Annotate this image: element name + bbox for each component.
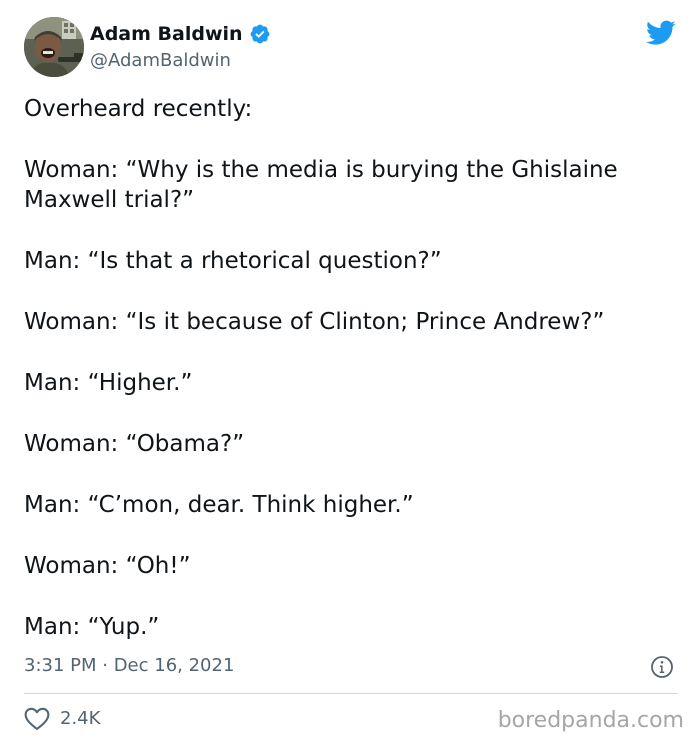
author-name-row[interactable]: Adam Baldwin — [90, 22, 271, 46]
info-icon[interactable] — [650, 655, 674, 679]
avatar[interactable] — [24, 17, 84, 77]
tweet-text: Overheard recently: Woman: “Why is the m… — [24, 94, 684, 673]
like-button[interactable]: 2.4K — [24, 707, 100, 731]
author-handle[interactable]: @AdamBaldwin — [90, 50, 231, 72]
tweet-paragraph: Man: “C’mon, dear. Think higher.” — [24, 492, 414, 518]
tweet-paragraph: Woman: “Is it because of Clinton; Prince… — [24, 309, 605, 335]
tweet-timestamp[interactable]: 3:31 PM · Dec 16, 2021 — [24, 655, 234, 677]
verified-badge-icon — [250, 24, 269, 44]
watermark: boredpanda.com — [497, 708, 684, 733]
heart-icon — [24, 707, 50, 730]
twitter-bird-icon[interactable] — [646, 20, 676, 46]
tweet-card: Adam Baldwin @AdamBaldwin Overheard rece… — [0, 0, 700, 746]
divider — [24, 693, 678, 694]
tweet-paragraph: Overheard recently: — [24, 96, 253, 122]
tweet-paragraph: Man: “Is that a rhetorical question?” — [24, 248, 442, 274]
tweet-paragraph: Woman: “Obama?” — [24, 431, 245, 457]
author-display-name[interactable]: Adam Baldwin — [90, 22, 243, 46]
tweet-paragraph: Woman: “Why is the media is burying the … — [24, 157, 618, 213]
tweet-paragraph: Man: “Higher.” — [24, 370, 193, 396]
tweet-paragraph: Woman: “Oh!” — [24, 553, 191, 579]
tweet-paragraph: Man: “Yup.” — [24, 614, 160, 640]
like-count: 2.4K — [60, 708, 101, 729]
